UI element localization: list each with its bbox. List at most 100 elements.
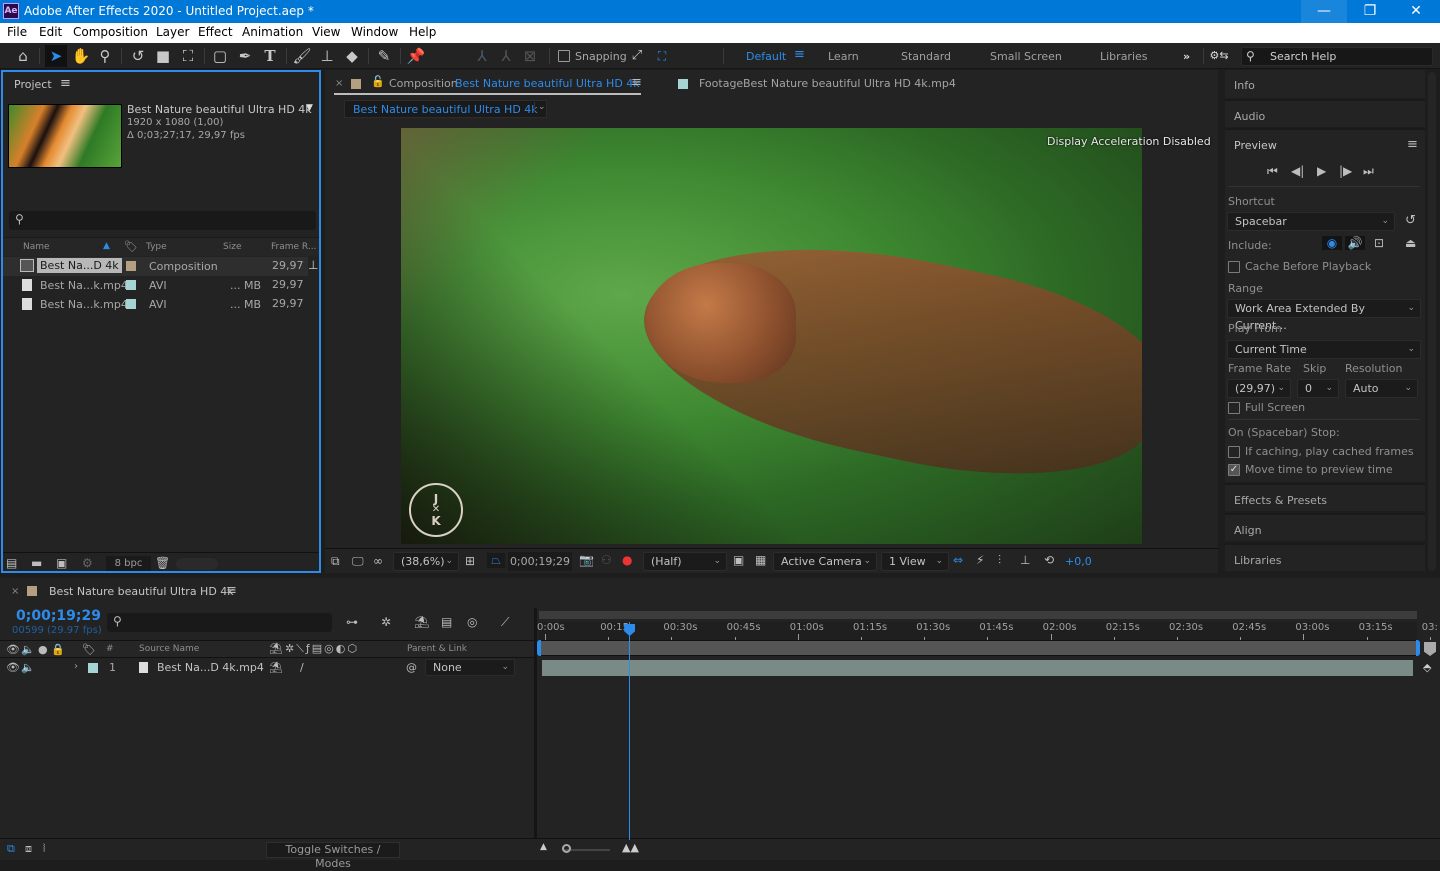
workspace-libraries[interactable]: Libraries [1100, 50, 1148, 63]
comp-button-icon[interactable]: ⬘ [1423, 661, 1431, 674]
shortcut-dropdown[interactable]: Spacebar ⌄ [1227, 212, 1395, 231]
project-settings-icon[interactable]: ⚙ [82, 556, 93, 570]
label-column-icon[interactable]: 🏷 [124, 240, 138, 253]
label-swatch[interactable] [126, 261, 136, 271]
sort-ascending-icon[interactable]: ▲ [103, 241, 110, 251]
flowchart-icon[interactable]: ⊥ [1020, 553, 1030, 567]
workspace-overflow-button[interactable]: » [1183, 50, 1190, 63]
zoom-in-icon[interactable]: ▲▲ [622, 841, 639, 854]
include-audio-icon[interactable]: 🔊 [1345, 236, 1365, 250]
snapping-checkbox[interactable] [558, 50, 570, 62]
first-frame-icon[interactable]: ⏮ [1267, 164, 1278, 179]
camera-tool-icon[interactable]: ■ [152, 45, 174, 67]
timeline-current-time[interactable]: 0;00;19;29 [16, 608, 101, 624]
zoom-out-icon[interactable]: ▲ [540, 842, 547, 852]
range-dropdown[interactable]: Work Area Extended By Current... ⌄ [1227, 299, 1421, 332]
always-preview-icon[interactable]: ⧉ [331, 554, 340, 569]
play-from-dropdown[interactable]: Current Time ⌄ [1227, 340, 1421, 359]
column-size[interactable]: Size [223, 242, 241, 252]
column-type[interactable]: Type [146, 242, 167, 252]
project-search-input[interactable]: ⚲ [9, 211, 316, 230]
selection-tool-icon[interactable]: ➤ [45, 45, 67, 67]
interpret-footage-icon[interactable]: ▤ [6, 556, 17, 570]
comp-mini-flowchart-icon[interactable]: ⊶ [346, 615, 358, 629]
layer-source-name[interactable]: Best Na...D 4k.mp4 [157, 661, 264, 674]
tab-footage[interactable]: Best Nature beautiful Ultra HD 4k.mp4 [743, 77, 956, 90]
lock-icon[interactable]: 🔓 [371, 75, 385, 88]
grid-guides-icon[interactable]: ⊞ [465, 554, 475, 568]
project-row[interactable]: Best Na...D 4k Composition 29,97 ⊥ [3, 257, 318, 276]
menu-animation[interactable]: Animation [242, 25, 303, 39]
video-toggle-icon[interactable]: 👁 [6, 643, 20, 656]
pen-tool-icon[interactable]: ✒ [234, 45, 256, 67]
skip-dropdown[interactable]: 0 ⌄ [1297, 379, 1339, 398]
right-panel-scrollbar[interactable] [1428, 72, 1436, 571]
reset-shortcut-icon[interactable]: ↺ [1405, 213, 1416, 228]
transfer-controls-icon[interactable]: ⧈ [25, 842, 32, 856]
export-icon[interactable]: ⏏ [1405, 236, 1416, 250]
clone-stamp-tool-icon[interactable]: ⊥ [316, 45, 338, 67]
preview-resolution-dropdown[interactable]: Auto ⌄ [1345, 379, 1418, 398]
audio-panel-tab[interactable]: Audio [1225, 99, 1425, 127]
puppet-pin-tool-icon[interactable]: 📌 [405, 45, 427, 67]
last-frame-icon[interactable]: ⏭ [1363, 164, 1374, 179]
home-icon[interactable]: ⌂ [12, 45, 34, 67]
label-swatch[interactable] [126, 299, 136, 309]
work-area-bar[interactable] [539, 640, 1417, 656]
new-composition-icon[interactable]: ▣ [56, 556, 67, 570]
tab-footage-prefix[interactable]: Footage [699, 77, 743, 90]
libraries-panel-tab[interactable]: Libraries [1225, 543, 1425, 571]
frame-rate-dropdown[interactable]: (29,97) ⌄ [1227, 379, 1291, 398]
timeline-comp-tab[interactable]: Best Nature beautiful Ultra HD 4k [49, 585, 234, 598]
project-scrollbar[interactable] [176, 558, 218, 570]
flowchart-icon[interactable]: ⊥ [308, 258, 318, 272]
include-video-icon[interactable]: ◉ [1322, 236, 1342, 250]
shy-switch-icon[interactable]: ⛱ [269, 661, 283, 674]
trash-icon[interactable]: 🗑 [155, 556, 170, 570]
include-overlays-icon[interactable]: ⊡ [1370, 236, 1388, 250]
zoom-tool-icon[interactable]: ⚲ [94, 45, 116, 67]
toggle-switches-modes-button[interactable]: Toggle Switches / Modes [266, 842, 400, 870]
exposure-value[interactable]: +0,0 [1065, 555, 1092, 568]
snapping-options-icon[interactable]: ⤢ [626, 45, 648, 67]
new-folder-icon[interactable]: ▬ [31, 556, 42, 570]
graph-editor-icon[interactable]: ⟋ [501, 615, 509, 630]
info-panel-tab[interactable]: Info [1225, 70, 1425, 98]
menu-file[interactable]: File [7, 25, 27, 39]
audio-toggle-icon[interactable]: 🔈 [21, 643, 35, 656]
vr-goggles-icon[interactable]: ∞ [373, 554, 383, 568]
menu-edit[interactable]: Edit [39, 25, 62, 39]
column-frame-rate[interactable]: Frame R... [271, 242, 316, 252]
snap-frame-icon[interactable]: ⛶ [651, 45, 673, 67]
workspace-default[interactable]: Default [746, 50, 786, 63]
resolution-dropdown[interactable]: (Half) ⌄ [643, 552, 727, 571]
mask-visibility-icon[interactable]: ⏢ [487, 553, 505, 568]
parent-dropdown[interactable]: None ⌄ [425, 659, 515, 676]
view-axis-icon[interactable]: ⊠ [519, 45, 541, 67]
rectangle-tool-icon[interactable]: ▢ [209, 45, 231, 67]
next-frame-icon[interactable]: |▶ [1339, 164, 1352, 178]
restore-button[interactable]: ❐ [1347, 0, 1393, 23]
motion-blur-icon[interactable]: ◎ [467, 615, 477, 629]
label-swatch[interactable] [126, 280, 136, 290]
world-axis-icon[interactable]: ⅄ [495, 45, 517, 67]
effects-presets-panel-tab[interactable]: Effects & Presets [1225, 483, 1425, 511]
timeline-icon[interactable]: ⫶ [998, 553, 1001, 568]
camera-view-dropdown[interactable]: Active Camera ⌄ [773, 552, 877, 571]
magnification-dropdown[interactable]: (38,6%) ⌄ [393, 552, 459, 571]
pan-behind-tool-icon[interactable]: ⛶ [177, 45, 199, 67]
work-area-end-handle[interactable] [1416, 640, 1420, 656]
expand-layer-icon[interactable]: › [74, 661, 78, 672]
move-time-checkbox[interactable]: ✓ [1228, 464, 1240, 476]
zoom-slider-handle[interactable] [562, 844, 571, 853]
hand-tool-icon[interactable]: ✋ [70, 45, 92, 67]
draft-3d-icon[interactable]: ✲ [381, 615, 391, 629]
frame-blending-icon[interactable]: ▤ [441, 615, 452, 629]
video-toggle-icon[interactable]: 👁 [6, 661, 20, 674]
close-tab-icon[interactable]: × [11, 586, 19, 597]
project-row[interactable]: Best Na...k.mp4 AVI ... MB 29,97 [3, 295, 308, 314]
menu-effect[interactable]: Effect [198, 25, 233, 39]
quality-switch-icon[interactable]: / [300, 661, 304, 674]
layer-duration-bar[interactable] [542, 660, 1413, 676]
panel-menu-icon[interactable]: ≡ [60, 76, 71, 91]
